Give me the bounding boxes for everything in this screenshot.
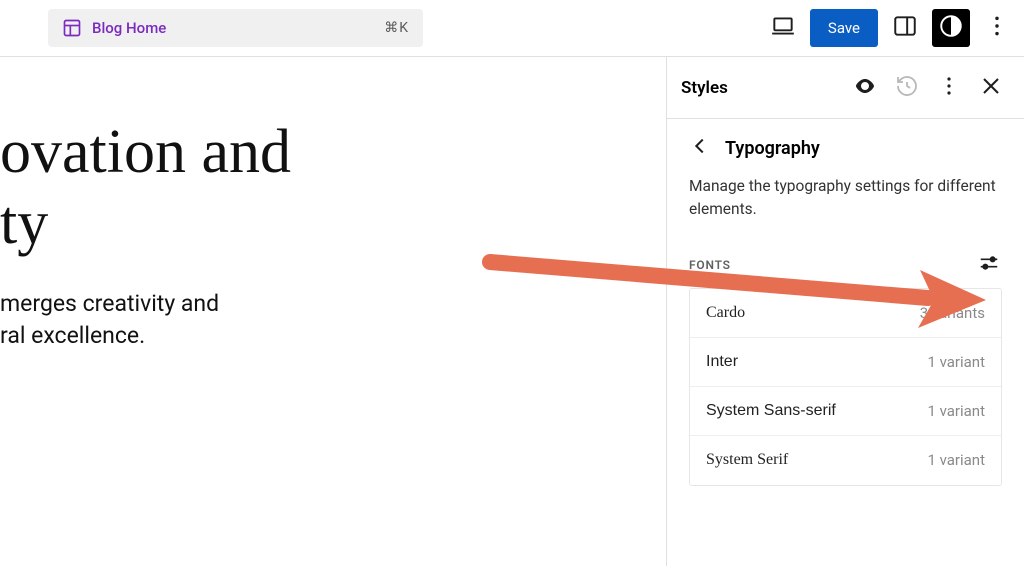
device-preview-button[interactable] — [764, 9, 802, 47]
sliders-icon — [978, 252, 1000, 278]
laptop-icon — [770, 13, 796, 43]
shortcut-hint: ⌘K — [384, 20, 409, 36]
font-variants: 1 variant — [927, 451, 985, 469]
section-description: Manage the typography settings for diffe… — [667, 169, 1024, 240]
font-row[interactable]: System Sans-serif 1 variant — [690, 387, 1001, 436]
font-variants: 1 variant — [927, 353, 985, 371]
page-paragraph[interactable]: merges creativity and ral excellence. — [0, 288, 291, 352]
template-selector[interactable]: Blog Home ⌘K — [48, 9, 423, 47]
sidebar-title: Styles — [681, 78, 842, 98]
eye-icon — [853, 74, 877, 102]
font-row[interactable]: System Serif 1 variant — [690, 436, 1001, 485]
save-button[interactable]: Save — [810, 9, 878, 47]
editor-canvas[interactable]: ovation and ty merges creativity and ral… — [0, 57, 667, 566]
panel-toggle-button[interactable] — [886, 9, 924, 47]
top-toolbar: Blog Home ⌘K Save — [0, 0, 1024, 57]
font-row[interactable]: Cardo 3 variants — [690, 289, 1001, 338]
sidebar-header: Styles — [667, 57, 1024, 119]
close-sidebar-button[interactable] — [972, 69, 1010, 107]
font-row[interactable]: Inter 1 variant — [690, 338, 1001, 387]
save-button-label: Save — [828, 19, 860, 37]
template-label: Blog Home — [92, 19, 374, 37]
kebab-icon — [937, 74, 961, 102]
toolbar-right: Save — [764, 9, 1016, 47]
font-variants: 3 variants — [920, 304, 985, 322]
layout-icon — [62, 18, 82, 38]
fonts-section-header: FONTS — [667, 240, 1024, 288]
contrast-icon — [938, 13, 964, 43]
close-icon — [979, 74, 1003, 102]
font-manage-button[interactable] — [976, 252, 1002, 278]
font-name: System Serif — [706, 451, 927, 469]
styles-toggle-button[interactable] — [932, 9, 970, 47]
back-button[interactable] — [689, 135, 711, 161]
font-variants: 1 variant — [927, 402, 985, 420]
fonts-label: FONTS — [689, 258, 976, 272]
page-heading[interactable]: ovation and ty — [0, 117, 291, 260]
styles-sidebar: Styles — [667, 57, 1024, 566]
font-list: Cardo 3 variants Inter 1 variant System … — [689, 288, 1002, 486]
split-panel-icon — [892, 13, 918, 43]
sidebar-more-button[interactable] — [930, 69, 968, 107]
font-name: System Sans-serif — [706, 402, 927, 420]
chevron-left-icon — [689, 142, 711, 161]
kebab-icon — [984, 13, 1010, 43]
section-title: Typography — [725, 138, 820, 159]
font-name: Cardo — [706, 304, 920, 322]
stylebook-button[interactable] — [846, 69, 884, 107]
revisions-button[interactable] — [888, 69, 926, 107]
more-menu-button[interactable] — [978, 9, 1016, 47]
font-name: Inter — [706, 353, 927, 371]
history-icon — [895, 74, 919, 102]
breadcrumb: Typography — [667, 119, 1024, 169]
